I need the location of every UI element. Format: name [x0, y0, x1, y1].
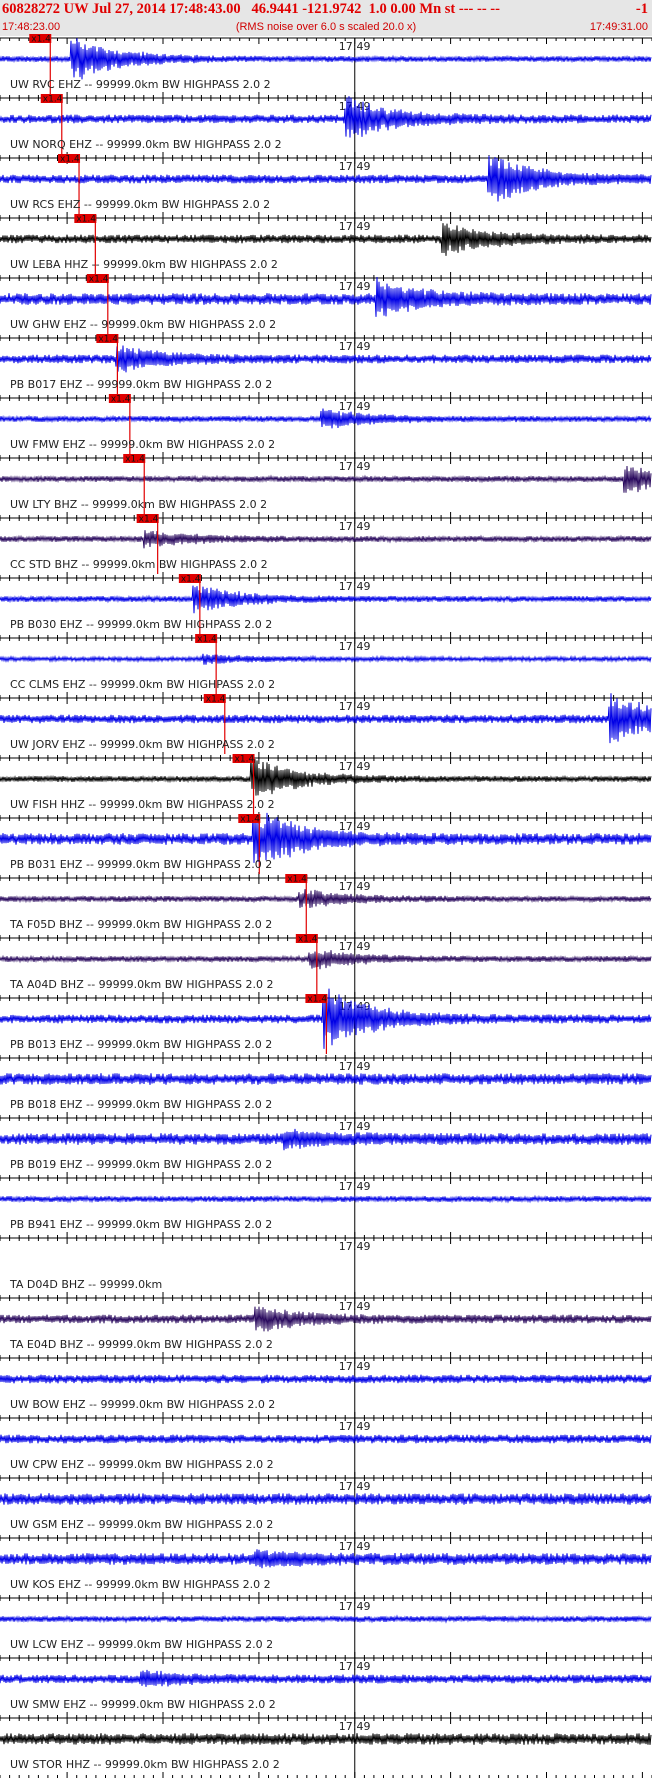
station-label: CC CLMS EHZ -- 99999.0km BW HIGHPASS 2.0…	[10, 678, 275, 691]
station-label: UW FISH HHZ -- 99999.0km BW HIGHPASS 2.0…	[10, 798, 275, 811]
station-label: TA D04D BHZ -- 99999.0km	[9, 1278, 162, 1291]
minute-label: 17:49	[339, 1360, 371, 1373]
waveform-trace	[0, 96, 652, 138]
station-label: UW FMW EHZ -- 99999.0km BW HIGHPASS 2.0 …	[10, 438, 275, 451]
pick-label: x1.4	[235, 755, 255, 765]
minute-label: 17:49	[339, 1480, 371, 1493]
pick-label: x1.4	[307, 995, 327, 1005]
station-label: PB B017 EHZ -- 99999.0km BW HIGHPASS 2.0…	[10, 378, 272, 391]
pick-label: x1.4	[125, 455, 145, 465]
waveform-trace	[0, 1194, 652, 1204]
waveform-trace	[0, 889, 652, 909]
station-label: UW RCS EHZ -- 99999.0km BW HIGHPASS 2.0 …	[10, 198, 270, 211]
minute-label: 17:49	[339, 1600, 371, 1613]
waveform-trace	[0, 465, 652, 493]
pick-label: x1.4	[287, 875, 307, 885]
waveform-trace	[0, 1493, 652, 1505]
waveform-trace	[0, 1669, 652, 1687]
pick-label: x1.4	[31, 35, 51, 45]
station-label: UW GSM EHZ -- 99999.0km BW HIGHPASS 2.0 …	[10, 1518, 273, 1531]
pick-label: x1.4	[298, 935, 318, 945]
minute-label: 17:49	[339, 340, 371, 353]
waveform-trace	[0, 155, 652, 202]
minute-label: 17:49	[339, 400, 371, 413]
pick-label: x1.4	[43, 95, 63, 105]
seismogram-plot: 17:49 x1.4 UW RVC EHZ -- 99999.0km BW HIGH…	[0, 34, 652, 1778]
minute-label: 17:49	[339, 1720, 371, 1733]
waveform-trace	[0, 408, 652, 429]
waveform-trace	[0, 1073, 652, 1085]
station-label: UW GHW EHZ -- 99999.0km BW HIGHPASS 2.0 …	[10, 318, 276, 331]
waveform-trace	[0, 38, 652, 80]
waveform-trace	[0, 1374, 652, 1384]
minute-label: 17:49	[339, 1540, 371, 1553]
minute-label: 17:49	[339, 700, 371, 713]
waveform-trace	[0, 653, 652, 665]
waveform-trace	[0, 950, 652, 970]
station-label: UW BOW EHZ -- 99999.0km BW HIGHPASS 2.0 …	[10, 1398, 275, 1411]
minute-label: 17:49	[339, 580, 371, 593]
pick-label: x1.4	[206, 695, 226, 705]
pick-label: x1.4	[111, 395, 131, 405]
waveform-trace	[0, 585, 652, 614]
waveform-trace	[0, 1549, 652, 1569]
waveform-trace	[0, 1614, 652, 1624]
minute-label: 17:49	[339, 940, 371, 953]
station-label: PB B018 EHZ -- 99999.0km BW HIGHPASS 2.0…	[10, 1098, 272, 1111]
minute-label: 17:49	[339, 1120, 371, 1133]
waveform-trace	[0, 223, 652, 256]
station-label: UW RVC EHZ -- 99999.0km BW HIGHPASS 2.0 …	[10, 78, 271, 91]
waveform-trace	[0, 1434, 652, 1444]
minute-label: 17:49	[339, 1420, 371, 1433]
station-label: PB B030 EHZ -- 99999.0km BW HIGHPASS 2.0…	[10, 618, 272, 631]
pick-label: x1.4	[197, 635, 217, 645]
pick-label: x1.4	[240, 815, 260, 825]
pick-label: x1.4	[139, 515, 159, 525]
station-label: TA A04D BHZ -- 99999.0km BW HIGHPASS 2.0…	[9, 978, 273, 991]
minute-label: 17:49	[339, 640, 371, 653]
waveform-trace	[0, 1733, 652, 1745]
station-label: PB B031 EHZ -- 99999.0km BW HIGHPASS 2.0…	[10, 858, 272, 871]
waveform-trace	[0, 1128, 652, 1151]
station-label: UW KOS EHZ -- 99999.0km BW HIGHPASS 2.0 …	[10, 1578, 271, 1591]
station-label: PB B941 EHZ -- 99999.0km BW HIGHPASS 2.0…	[10, 1218, 272, 1231]
minute-label: 17:49	[339, 1300, 371, 1313]
station-label: UW SMW EHZ -- 99999.0km BW HIGHPASS 2.0 …	[10, 1698, 276, 1711]
minute-label: 17:49	[339, 1240, 371, 1253]
station-label: UW STOR HHZ -- 99999.0km BW HIGHPASS 2.0…	[10, 1758, 280, 1771]
minute-label: 17:49	[339, 280, 371, 293]
station-label: PB B019 EHZ -- 99999.0km BW HIGHPASS 2.0…	[10, 1158, 272, 1171]
waveform-trace	[0, 530, 652, 549]
minute-label: 17:49	[339, 460, 371, 473]
minute-label: 17:49	[339, 160, 371, 173]
station-label: UW JORV EHZ -- 99999.0km BW HIGHPASS 2.0…	[10, 738, 275, 751]
minute-label: 17:49	[339, 880, 371, 893]
pick-label: x1.4	[60, 155, 80, 165]
minute-label: 17:49	[339, 40, 371, 53]
station-label: PB B013 EHZ -- 99999.0km BW HIGHPASS 2.0…	[10, 1038, 272, 1051]
pick-label: x1.4	[98, 335, 118, 345]
minute-label: 17:49	[339, 520, 371, 533]
station-label: UW NORQ EHZ -- 99999.0km BW HIGHPASS 2.0…	[10, 138, 282, 151]
waveform-trace	[0, 758, 652, 796]
waveform-trace	[0, 1306, 652, 1332]
minute-label: 17:49	[339, 220, 371, 233]
station-label: UW CPW EHZ -- 99999.0km BW HIGHPASS 2.0 …	[10, 1458, 274, 1471]
station-label: UW LCW EHZ -- 99999.0km BW HIGHPASS 2.0 …	[10, 1638, 273, 1651]
pick-label: x1.4	[181, 575, 201, 585]
station-label: CC STD BHZ -- 99999.0km BW HIGHPASS 2.0 …	[10, 558, 268, 571]
station-label: UW LEBA HHZ -- 99999.0km BW HIGHPASS 2.0…	[10, 258, 278, 271]
waveform-trace	[0, 345, 652, 373]
pick-label: x1.4	[89, 275, 109, 285]
minute-label: 17:49	[339, 1660, 371, 1673]
pick-label: x1.4	[76, 215, 96, 225]
station-label: UW LTY BHZ -- 99999.0km BW HIGHPASS 2.0 …	[10, 498, 267, 511]
station-label: TA E04D BHZ -- 99999.0km BW HIGHPASS 2.0…	[9, 1338, 273, 1351]
minute-label: 17:49	[339, 760, 371, 773]
minute-label: 17:49	[339, 1060, 371, 1073]
minute-label: 17:49	[339, 1180, 371, 1193]
station-label: TA F05D BHZ -- 99999.0km BW HIGHPASS 2.0…	[9, 918, 272, 931]
